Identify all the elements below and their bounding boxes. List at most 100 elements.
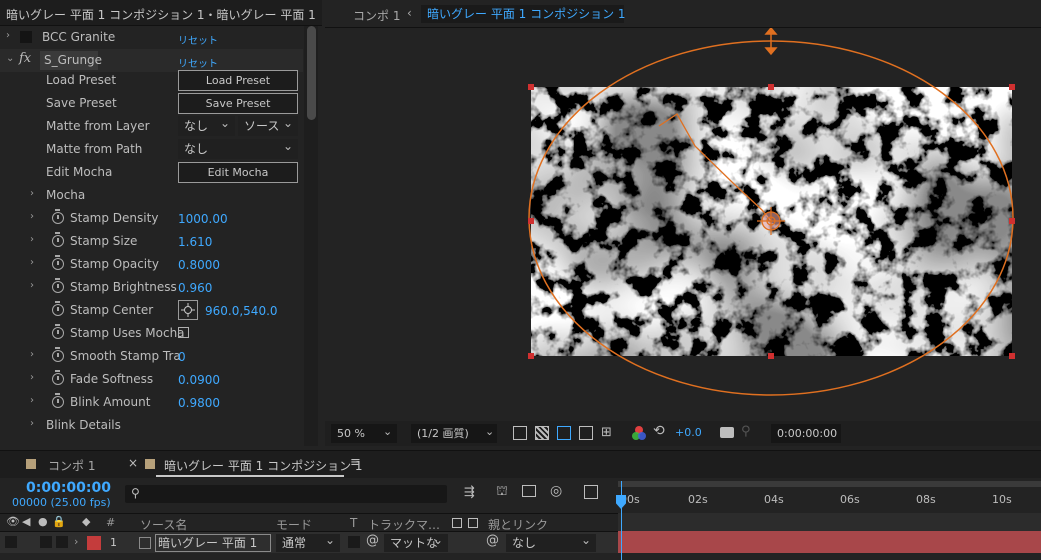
playhead[interactable] (621, 481, 622, 560)
preserve-transparency-toggle[interactable] (348, 536, 360, 548)
chevron-down-icon[interactable]: ⌄ (6, 53, 16, 65)
composition-canvas-svg (528, 26, 1015, 396)
stamp-opacity-value[interactable]: 0.8000 (178, 258, 220, 272)
chevron-down-icon[interactable]: ⌄ (383, 425, 392, 438)
show-snapshot-icon[interactable]: ⚲ (741, 424, 751, 439)
panel-scrollbar-thumb[interactable] (307, 26, 316, 120)
chevron-right-icon[interactable]: › (30, 280, 40, 292)
layer-row[interactable]: › 1 暗いグレー 平面 1 通常 @ マットな @ なし (0, 531, 618, 553)
matte-source-dropdown[interactable]: ソース (238, 113, 298, 136)
comp-flowchart-icon[interactable]: ⇶ (464, 485, 475, 500)
smooth-stamp-value[interactable]: 0 (178, 350, 186, 364)
matte-layer-dropdown[interactable]: なし (178, 113, 235, 136)
chevron-right-icon[interactable]: › (6, 30, 16, 42)
chevron-right-icon[interactable]: › (74, 535, 78, 548)
mask-visibility-icon[interactable] (557, 426, 571, 440)
chevron-right-icon[interactable]: › (30, 395, 40, 407)
layer-mode-dropdown[interactable]: 通常 (276, 531, 340, 552)
stamp-center-value[interactable]: 960.0,540.0 (205, 304, 278, 318)
stamp-brightness-value[interactable]: 0.960 (178, 281, 212, 295)
lock-toggle[interactable] (56, 536, 68, 548)
stopwatch-icon[interactable] (52, 209, 64, 224)
audio-icon[interactable]: ◀ (22, 515, 30, 528)
chevron-down-icon[interactable]: ⌄ (485, 425, 494, 438)
stopwatch-icon[interactable] (52, 324, 64, 339)
shy-layers-icon[interactable]: ⛫ (496, 484, 508, 501)
save-preset-button[interactable]: Save Preset (178, 93, 298, 114)
current-timecode[interactable]: 0:00:00:00 (26, 480, 111, 496)
chevron-right-icon[interactable]: › (30, 418, 40, 430)
stamp-density-value[interactable]: 1000.00 (178, 212, 228, 226)
stopwatch-icon[interactable] (52, 255, 64, 270)
chevron-left-icon[interactable]: ‹ (407, 6, 412, 20)
eye-icon[interactable]: 👁 (6, 515, 20, 528)
grid-guides-icon[interactable]: ⊞ (601, 425, 617, 441)
search-input[interactable]: ⚲ (125, 485, 447, 503)
fade-softness-value[interactable]: 0.0900 (178, 373, 220, 387)
composition-viewer: コンポ 1 ‹ 暗いグレー 平面 1 コンポジション 1 50 % ⌄ (1/2… (325, 0, 1041, 446)
tab-comp-1[interactable]: コンポ 1 (48, 457, 95, 474)
param-blink-amount: › Blink Amount 0.9800 (0, 391, 303, 414)
menu-icon[interactable]: ≡ (350, 455, 361, 470)
channels-icon[interactable] (631, 425, 647, 441)
visibility-toggle[interactable] (5, 536, 17, 548)
viewer-timecode[interactable]: 0:00:00:00 (771, 424, 841, 443)
layer-duration-bar[interactable] (618, 531, 1041, 553)
solo-icon[interactable]: ● (38, 515, 48, 528)
tab-comp-grey-solid[interactable]: 暗いグレー 平面 1 コンポジション 1 (164, 457, 363, 474)
work-area-bar[interactable] (618, 481, 1041, 487)
exposure-value[interactable]: +0.0 (675, 426, 702, 439)
matte-path-dropdown[interactable]: なし (178, 136, 298, 159)
label-tag-icon[interactable]: ◆ (82, 515, 90, 528)
load-preset-button[interactable]: Load Preset (178, 70, 298, 91)
matte-pickwhip-icon[interactable]: @ (366, 533, 379, 548)
color-management-icon[interactable]: ⟲ (653, 423, 665, 439)
lock-icon[interactable]: 🔒 (52, 515, 66, 528)
param-group-blink-details[interactable]: › Blink Details (0, 414, 303, 437)
param-label: Stamp Uses Mocha (70, 326, 185, 340)
fx-icon[interactable]: fx (19, 51, 31, 66)
parent-dropdown[interactable]: なし (506, 531, 596, 552)
chevron-right-icon[interactable]: › (30, 188, 40, 200)
blink-amount-value[interactable]: 0.9800 (178, 396, 220, 410)
region-of-interest-icon[interactable] (579, 426, 593, 440)
motion-blur-icon[interactable]: ◎ (550, 483, 562, 499)
frame-blending-icon[interactable] (522, 485, 536, 497)
close-icon[interactable]: × (128, 456, 138, 470)
camera-icon[interactable] (720, 427, 734, 438)
stopwatch-icon[interactable] (52, 393, 64, 408)
graph-editor-icon[interactable] (584, 485, 598, 499)
tab-comp-grey-solid[interactable]: 暗いグレー 平面 1 コンポジション 1 (421, 5, 626, 23)
viewer-canvas[interactable] (325, 26, 1041, 421)
chevron-right-icon[interactable]: › (30, 372, 40, 384)
parent-pickwhip-icon[interactable]: @ (486, 533, 499, 548)
stopwatch-icon[interactable] (52, 347, 64, 362)
crosshair-icon[interactable] (178, 300, 198, 320)
param-group-mocha[interactable]: › Mocha (0, 184, 303, 207)
stopwatch-icon[interactable] (52, 278, 64, 293)
effect-row-bcc-granite[interactable]: › BCC Granite リセット (0, 26, 303, 49)
stamp-size-value[interactable]: 1.610 (178, 235, 212, 249)
layer-color-label[interactable] (87, 536, 101, 550)
fast-preview-icon[interactable] (513, 426, 527, 440)
tab-comp-1[interactable]: コンポ 1 (353, 7, 400, 24)
param-stamp-brightness: › Stamp Brightness 0.960 (0, 276, 303, 299)
track-matte-dropdown[interactable]: マットな (384, 531, 448, 552)
reset-link[interactable]: リセット (178, 32, 218, 47)
chevron-right-icon[interactable]: › (30, 349, 40, 361)
effect-toggle-icon[interactable] (20, 31, 32, 43)
solo-toggle[interactable] (40, 536, 52, 548)
param-matte-from-layer: Matte from Layer なし ソース (0, 113, 303, 138)
stopwatch-icon[interactable] (52, 370, 64, 385)
chevron-right-icon[interactable]: › (30, 234, 40, 246)
chevron-right-icon[interactable]: › (30, 257, 40, 269)
layer-name[interactable]: 暗いグレー 平面 1 (155, 534, 271, 552)
stopwatch-icon[interactable] (52, 232, 64, 247)
chevron-right-icon[interactable]: › (30, 211, 40, 223)
time-ruler[interactable]: 00s 02s 04s 06s 08s 10s (618, 479, 1041, 513)
edit-mocha-button[interactable]: Edit Mocha (178, 162, 298, 183)
stamp-uses-mocha-checkbox[interactable] (178, 327, 189, 338)
reset-link[interactable]: リセット (178, 55, 218, 70)
stopwatch-icon[interactable] (52, 301, 64, 316)
transparency-grid-icon[interactable] (535, 426, 549, 440)
